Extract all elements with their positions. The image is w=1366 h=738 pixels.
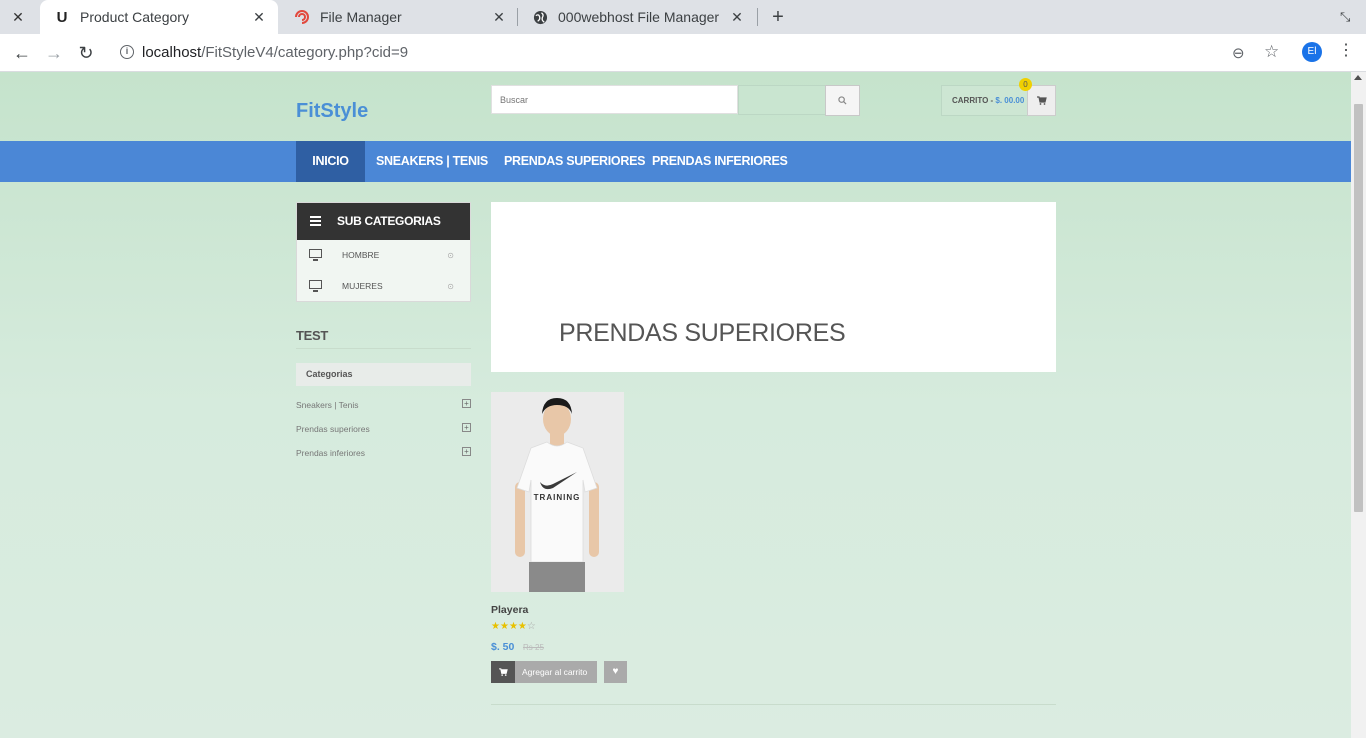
wishlist-heart-button[interactable]: ♥ <box>604 661 627 683</box>
star-filled-icon: ★ <box>517 621 527 632</box>
circle-arrow-icon: ⊙ <box>447 282 454 291</box>
expand-plus-icon[interactable]: + <box>462 447 471 456</box>
category-banner: PRENDAS SUPERIORES <box>491 202 1056 372</box>
page-content: FitStyle CARRITO - $. 00.00 0 INICIO SNE… <box>0 72 1351 738</box>
new-tab-plus-icon[interactable]: + <box>768 6 788 28</box>
tab-product-category[interactable]: U Product Category ✕ <box>40 0 278 34</box>
tab-title: File Manager <box>320 9 402 25</box>
expand-plus-icon[interactable]: + <box>462 399 471 408</box>
star-empty-icon: ☆ <box>526 621 536 632</box>
tab-close-icon[interactable]: ✕ <box>490 8 508 26</box>
search-category-select[interactable] <box>738 85 826 115</box>
subcategory-item-hombre[interactable]: HOMBRE ⊙ <box>297 240 470 271</box>
favicon-u-icon: U <box>56 8 68 26</box>
tab-separator <box>757 8 758 26</box>
restore-window-icon[interactable]: ⤡ <box>1340 9 1350 25</box>
cart-button[interactable] <box>1027 85 1056 116</box>
tab-close-icon[interactable]: ✕ <box>728 8 746 26</box>
divider <box>296 348 471 349</box>
bookmark-star-icon[interactable]: ☆ <box>1264 42 1279 62</box>
tab-title: 000webhost File Manager <box>558 9 720 25</box>
close-icon[interactable]: ✕ <box>8 8 28 26</box>
address-bar: ← → ↻ i localhost/FitStyleV4/category.ph… <box>0 34 1366 72</box>
product-old-price: Rs 25 <box>523 643 544 652</box>
circle-arrow-icon: ⊙ <box>447 251 454 260</box>
nav-item-prendas-superiores[interactable]: PRENDAS SUPERIORES <box>504 141 645 182</box>
forward-arrow-icon[interactable]: → <box>42 41 66 65</box>
monitor-icon <box>309 249 322 261</box>
tab-close-icon[interactable]: ✕ <box>250 8 268 26</box>
category-title: PRENDAS SUPERIORES <box>559 319 846 347</box>
tab-000webhost[interactable]: 000webhost File Manager ✕ <box>518 0 756 34</box>
heart-icon: ♥ <box>612 666 619 677</box>
zoom-out-icon[interactable]: ⊖ <box>1232 44 1245 62</box>
nav-item-inicio[interactable]: INICIO <box>296 141 365 182</box>
divider <box>491 704 1056 705</box>
category-item-sneakers[interactable]: Sneakers | Tenis + <box>296 399 471 410</box>
category-item-prendas-superiores[interactable]: Prendas superiores + <box>296 423 471 434</box>
page-scrollbar[interactable] <box>1351 72 1366 738</box>
scroll-thumb[interactable] <box>1354 104 1363 512</box>
site-logo[interactable]: FitStyle <box>296 100 368 123</box>
browser-tab-bar: ✕ U Product Category ✕ File Manager ✕ 00… <box>0 0 1366 34</box>
search-input-wrapper <box>491 85 738 114</box>
cart-summary[interactable]: CARRITO - $. 00.00 <box>941 85 1028 116</box>
nav-item-sneakers[interactable]: SNEAKERS | TENIS <box>376 141 488 182</box>
product-rating: ★★★★☆ <box>491 621 536 632</box>
tab-title: Product Category <box>80 9 189 25</box>
shopping-cart-icon <box>491 661 515 683</box>
reload-icon[interactable]: ↻ <box>74 41 98 65</box>
add-to-cart-button[interactable]: Agregar al carrito <box>491 661 597 683</box>
url-text[interactable]: localhost/FitStyleV4/category.php?cid=9 <box>142 44 408 61</box>
subcategories-header: SUB CATEGORIAS <box>297 203 470 240</box>
scroll-up-arrow-icon[interactable] <box>1354 75 1362 80</box>
main-navbar: INICIO SNEAKERS | TENIS PRENDAS SUPERIOR… <box>0 141 1351 182</box>
tab-file-manager[interactable]: File Manager ✕ <box>280 0 518 34</box>
nav-item-prendas-inferiores[interactable]: PRENDAS INFERIORES <box>652 141 788 182</box>
globe-icon <box>532 9 548 25</box>
list-bars-icon <box>310 216 321 226</box>
star-filled-icon: ★ <box>508 621 518 632</box>
back-arrow-icon[interactable]: ← <box>10 41 34 65</box>
product-image[interactable]: TRAINING <box>491 392 624 592</box>
star-filled-icon: ★ <box>499 621 509 632</box>
search-button[interactable] <box>825 85 860 116</box>
cart-amount: $. 00.00 <box>995 96 1025 105</box>
search-input[interactable] <box>492 86 737 113</box>
monitor-icon <box>309 280 322 292</box>
category-item-prendas-inferiores[interactable]: Prendas inferiores + <box>296 447 471 458</box>
search-icon <box>838 96 847 105</box>
categories-header: Categorias <box>296 363 471 386</box>
file-manager-swirl-icon <box>294 9 310 25</box>
test-heading: TEST <box>296 328 329 343</box>
expand-plus-icon[interactable]: + <box>462 423 471 432</box>
add-to-cart-label: Agregar al carrito <box>522 667 588 677</box>
url-omnibox[interactable]: i localhost/FitStyleV4/category.php?cid=… <box>112 37 1292 69</box>
browser-menu-icon[interactable]: ⋮ <box>1338 41 1354 61</box>
svg-text:TRAINING: TRAINING <box>534 493 581 502</box>
cart-count-badge: 0 <box>1019 78 1032 91</box>
product-name[interactable]: Playera <box>491 604 528 616</box>
product-price: $. 50 <box>491 641 515 653</box>
shopping-cart-icon <box>1036 96 1047 105</box>
subcategory-item-mujeres[interactable]: MUJERES ⊙ <box>297 271 470 302</box>
star-filled-icon: ★ <box>491 621 500 632</box>
subcategories-panel: SUB CATEGORIAS HOMBRE ⊙ MUJERES ⊙ <box>296 202 471 302</box>
profile-avatar[interactable]: El <box>1302 42 1322 62</box>
site-info-icon[interactable]: i <box>120 45 134 59</box>
